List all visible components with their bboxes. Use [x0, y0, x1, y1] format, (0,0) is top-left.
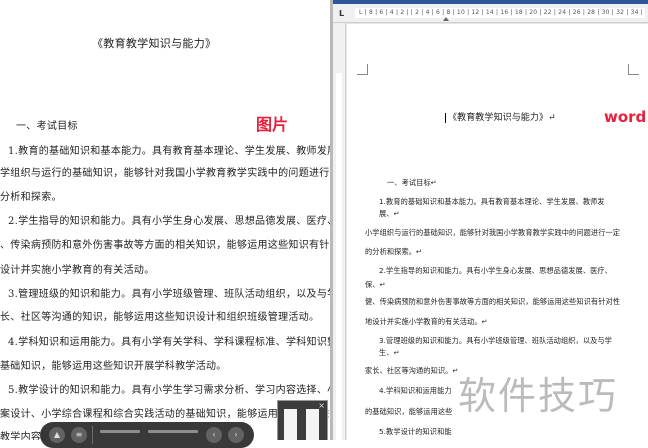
word-line-3: 小学组织与运行的基础知识，能够针对我国小学教育教学实践中的问题进行一定 — [365, 228, 621, 237]
word-line-8: 地设计并实施小学教育的有关活动。↵ — [365, 317, 488, 326]
image-line-10: 基础知识，能够运用这些知识开展学科教学活动。 — [0, 361, 227, 372]
previous-button[interactable]: ‹ — [206, 427, 222, 443]
image-line-0: 一、考试目标 — [16, 121, 78, 132]
crop-mark-top-left — [357, 64, 368, 75]
crop-mark-top-right — [628, 64, 639, 75]
word-line-10: 生、↵ — [379, 348, 400, 357]
word-line-14: 5.教学设计的知识和能 — [379, 427, 452, 436]
word-line-6: 保、↵ — [365, 280, 386, 289]
toolbar-slider[interactable] — [148, 430, 198, 433]
scroll-up-button[interactable]: ▲ — [49, 427, 65, 443]
image-line-2: 学组织与运行的基础知识，能够针对我国小学教育教学实践中的问题进行一定 — [0, 168, 330, 179]
image-viewer-pane: 《教育教学知识与能力》 图片 一、考试目标 1.教育的基础知识和基本能力。具有教… — [0, 0, 330, 440]
image-document-title: 《教育教学知识与能力》 — [92, 37, 217, 50]
word-line-2: 展、↵ — [379, 209, 400, 218]
word-line-4: 的分析和探索。↵ — [365, 247, 423, 256]
viewer-toolbar: ▲ ≡ ‹ › — [40, 422, 254, 448]
indent-marker-icon[interactable] — [443, 17, 449, 21]
thumbnail-page — [306, 409, 319, 440]
vertical-ruler-track — [336, 73, 342, 440]
word-line-0: 一、考试目标↵ — [387, 178, 437, 187]
thumbnail-preview[interactable]: × — [277, 400, 328, 440]
image-line-11: 5.教学设计的知识和能力。具有小学生学习需求分析、学习内容选择、小学 — [8, 385, 330, 396]
image-line-5: 、传染病预防和意外伤害事故等方面的相关知识，能够运用这些知识有针对性 — [0, 240, 330, 251]
word-document-title[interactable]: 《教育教学知识与能力》↵ — [445, 110, 556, 123]
text-cursor — [445, 112, 446, 123]
close-icon[interactable]: × — [318, 401, 325, 410]
horizontal-ruler[interactable]: L L | 8 | 6 | 4 | 2 | | 2 | 4 | 6 | 8 | … — [333, 4, 648, 23]
word-line-13: 的基础知识，能够运用这些 — [365, 407, 453, 416]
image-line-9: 4.学科知识和运用能力。具有小学有关学科、学科课程标准、学科知识整合 — [8, 337, 330, 348]
word-line-7: 健、传染病预防和意外伤害事故等方面的相关知识，能够运用这些知识有针对性 — [365, 297, 621, 306]
image-line-7: 3.管理班级的知识和能力。具有小学班级管理、班队活动组织，以及与学生、 — [8, 289, 330, 300]
image-line-6: 设计并实施小学教育的有关活动。 — [0, 265, 155, 276]
image-line-1: 1.教育的基础知识和基本能力。具有教育基本理论、学生发展、教师发展、 — [8, 146, 330, 157]
image-label: 图片 — [256, 115, 289, 134]
toolbar-slider[interactable] — [100, 430, 140, 433]
word-line-11: 家长、社区等沟通的知识。↵ — [365, 366, 459, 375]
image-line-8: 长、社区等沟通的知识，能够运用这些知识设计和组织班级管理活动。 — [0, 312, 320, 323]
word-line-1: 1.教育的基础知识和基本能力。具有教育基本理论、学生发展、教师发 — [379, 197, 605, 206]
vertical-ruler[interactable] — [333, 23, 346, 440]
word-line-9: 3.管理班级的知识和能力。具有小学班级管理、班队活动组织，以及与学 — [379, 336, 612, 345]
image-line-4: 2.学生指导的知识和能力。具有小学生身心发展、思想品德发展、医疗、保 — [8, 216, 330, 227]
image-line-3: 分析和探索。 — [0, 192, 62, 203]
menu-button[interactable]: ≡ — [71, 427, 87, 443]
next-button[interactable]: › — [228, 427, 244, 443]
word-line-12: 4.学科知识和运用能力 — [379, 386, 452, 395]
word-title-text: 《教育教学知识与能力》↵ — [448, 113, 556, 123]
toolbar-divider — [92, 426, 93, 444]
watermark-text: 软件技巧 — [458, 374, 619, 418]
thumbnail-page — [284, 409, 297, 440]
word-label: word — [604, 108, 647, 126]
ruler-numbers: L | 8 | 6 | 4 | 2 | | 2 | 4 | 6 | 8 | 10… — [359, 9, 643, 16]
tab-selector-icon[interactable]: L — [339, 9, 344, 18]
word-line-5: 2.学生指导的知识和能力。具有小学生身心发展、思想品德发展、医疗、 — [379, 266, 612, 275]
